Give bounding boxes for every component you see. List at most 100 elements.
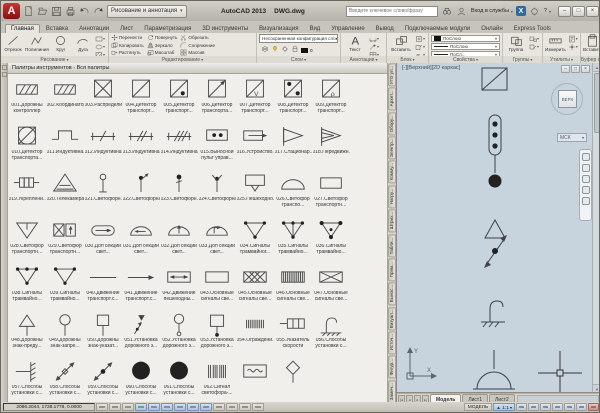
palette-item[interactable]: 042.Движение пешеходны... <box>160 264 198 311</box>
toggle-ducs[interactable] <box>187 403 199 411</box>
doc-close-button[interactable]: × <box>581 65 590 73</box>
ribbon-tab-Лист[interactable]: Лист <box>115 25 138 33</box>
clean-screen-icon[interactable] <box>588 403 599 411</box>
palette-item[interactable]: 015.Выносной пульт управ... <box>198 123 236 170</box>
palette-tab-Нагру...[interactable]: Нагру... <box>388 185 396 208</box>
bedit-icon[interactable]: ▾ <box>415 43 426 50</box>
ribbon-tab-Вид[interactable]: Вид <box>304 25 325 33</box>
bcreate-icon[interactable]: ▾ <box>415 35 426 42</box>
stretch-button[interactable]: Растянуть <box>111 49 144 56</box>
palette-item[interactable]: 032.Доп секции свет... <box>160 217 198 264</box>
palette-item[interactable]: 054.Ограждени... <box>236 311 274 358</box>
palette-item[interactable]: 055.Указатель скорости <box>274 311 312 358</box>
quick-view-layouts-icon[interactable] <box>516 403 527 411</box>
array-button[interactable]: Массив <box>180 49 215 56</box>
toggle-otrack[interactable] <box>174 403 186 411</box>
model-space-button[interactable]: МОДЕЛЬ <box>464 403 492 411</box>
new-icon[interactable] <box>22 5 35 18</box>
scale-button[interactable]: Масштаб <box>147 49 178 56</box>
viewport-controls[interactable]: [-][Верхний][2D каркас] <box>402 65 460 71</box>
palette-item[interactable]: 043.Основные сигналы све... <box>198 264 236 311</box>
palette-item[interactable]: 045.Основные сигналы све... <box>236 264 274 311</box>
mirror-button[interactable]: Зеркало <box>147 42 178 50</box>
palette-tab-Фигур...[interactable]: Фигур... <box>388 355 396 378</box>
palette-item[interactable]: 031.Доп секции свет... <box>122 217 160 264</box>
plot-icon[interactable] <box>64 5 77 18</box>
save-icon[interactable] <box>50 5 63 18</box>
line-button[interactable]: Отрезок <box>3 34 23 52</box>
ellipsetool-icon[interactable]: ▾ <box>95 43 106 50</box>
palette-item[interactable]: 002.Координатор <box>46 76 84 123</box>
panel-title-Редактирование[interactable]: Редактирование <box>109 56 256 63</box>
workspace-gear-icon[interactable] <box>564 403 575 411</box>
palette-tab-УГО ул...[interactable]: УГО ул... <box>388 63 396 86</box>
diag-square-object[interactable] <box>481 67 508 97</box>
palette-item[interactable]: 020.Телекамера... <box>46 170 84 217</box>
toggle-lwt[interactable] <box>213 403 225 411</box>
property-dropdown-1[interactable]: ПоСлою▾ <box>431 43 500 50</box>
palette-grip[interactable] <box>1 63 8 404</box>
palette-item[interactable]: 005.Детектор транспорт... <box>160 76 198 123</box>
trim-button[interactable]: Обрезать <box>180 34 215 42</box>
full-navigation-wheel-icon[interactable] <box>582 153 590 161</box>
signin-button[interactable]: Вход в службы▾ <box>471 8 513 14</box>
idpt-icon[interactable]: ▾ <box>568 43 579 50</box>
palette-item[interactable]: 021.Светофорн... <box>84 170 122 217</box>
palette-item[interactable]: 058.Способы установки с... <box>46 358 84 404</box>
palette-item[interactable]: 046.Основные сигналы све... <box>274 264 312 311</box>
palette-item[interactable]: 056.Способы установки с... <box>312 311 350 358</box>
toggle-dyn[interactable] <box>200 403 212 411</box>
palette-item[interactable]: 053.Установка дорожного з... <box>198 311 236 358</box>
palette-item[interactable]: V007.Детектор транспорт... <box>236 76 274 123</box>
palette-item[interactable]: 038.Сигналы трамвайно... <box>8 264 46 311</box>
toggle-tpy[interactable] <box>226 403 238 411</box>
panel-title-Аннотации[interactable]: Аннотации <box>341 56 386 63</box>
ucs-dropdown[interactable]: МСК▾ <box>557 133 587 142</box>
panel-title-Блок[interactable]: Блок <box>387 56 428 63</box>
palette-item[interactable]: 018.Передвижн... <box>312 123 350 170</box>
toggle-sc[interactable] <box>252 403 264 411</box>
help-menu[interactable]: ?▾ <box>544 8 551 14</box>
ribbon-tab-Управление[interactable]: Управление <box>326 25 369 33</box>
drawing-canvas[interactable]: [-][Верхний][2D каркас] –□× ВЕРХ МСК▾ <box>397 63 600 393</box>
toggle-grid[interactable] <box>109 403 121 411</box>
showmotion-icon[interactable] <box>582 197 590 205</box>
annotation-scale-button[interactable]: ▲ 1:1 ▾ <box>493 403 515 411</box>
toolbar-lock-icon[interactable] <box>576 403 587 411</box>
palette-item[interactable]: 047.Основные сигналы све... <box>312 264 350 311</box>
dimtool-icon[interactable]: ▾ <box>369 35 380 42</box>
toggle-3dosnap[interactable] <box>161 403 173 411</box>
dome-light-object[interactable] <box>471 349 517 393</box>
close-button[interactable]: × <box>586 6 599 17</box>
group-button[interactable]: Группа <box>505 34 527 52</box>
palette-item[interactable]: 016.Устройство... <box>236 123 274 170</box>
pan-icon[interactable] <box>582 164 590 172</box>
toggle-ortho[interactable] <box>122 403 134 411</box>
arc-button[interactable]: Дуга <box>73 34 93 52</box>
palette-item[interactable]: 060.Способы установки с... <box>122 358 160 404</box>
panel-title-Рисование[interactable]: Рисование <box>1 56 108 63</box>
maximize-button[interactable]: □ <box>572 6 585 17</box>
palette-tab-Комму...[interactable]: Комму... <box>388 160 396 183</box>
palette-item[interactable]: 028.Светофор транспортн... <box>8 217 46 264</box>
textA-button[interactable]: AТекст <box>343 34 367 52</box>
palette-item[interactable]: 014.Индуктивна... <box>160 123 198 170</box>
search-input[interactable] <box>349 8 427 14</box>
palette-tab-Архит...[interactable]: Архит... <box>388 87 396 110</box>
toggle-polar[interactable] <box>135 403 147 411</box>
palette-tab-Замеч...[interactable]: Замеч... <box>388 380 396 403</box>
pline-button[interactable]: Полилиния <box>25 34 49 52</box>
bulb-icon[interactable] <box>271 45 279 55</box>
annotation-visibility-icon[interactable] <box>540 403 551 411</box>
vertical-scrollbar[interactable]: ▲ ▼ <box>592 63 600 393</box>
doc-minimize-button[interactable]: – <box>561 65 570 73</box>
palette-item[interactable]: 023.Светофорн... <box>160 170 198 217</box>
zoom-icon[interactable] <box>582 175 590 183</box>
palette-item[interactable]: 026.Светофор транспо... <box>274 170 312 217</box>
palette-item[interactable]: 039.Сигналы трамвайно... <box>46 264 84 311</box>
palette-item[interactable]: 010.Детектор транспорта... <box>8 123 46 170</box>
palette-item[interactable]: 050.Дорожны знак-указат... <box>84 311 122 358</box>
hook-object[interactable] <box>477 295 507 333</box>
palette-item[interactable]: 001.Дорожны контроллер <box>8 76 46 123</box>
palette-item[interactable]: 006.Детектор транспорта... <box>198 76 236 123</box>
